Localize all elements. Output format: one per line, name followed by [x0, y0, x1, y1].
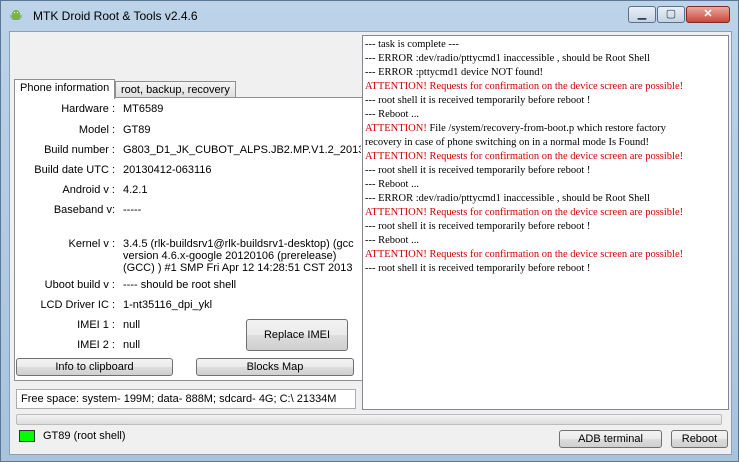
build-date-value: 20130412-063116	[123, 164, 212, 176]
android-version-value: 4.2.1	[123, 184, 148, 196]
hardware-value: MT6589	[123, 103, 164, 115]
lcd-driver-label: LCD Driver IC :	[40, 299, 115, 311]
blocks-map-button[interactable]: Blocks Map	[196, 358, 354, 376]
log-line: --- ERROR :pttycmd1 device NOT found!	[365, 67, 543, 78]
imei1-label: IMEI 1 :	[77, 319, 115, 331]
log-line: ATTENTION! File /system/recovery-from-bo…	[365, 123, 666, 134]
free-space-field: Free space: system- 199M; data- 888M; sd…	[16, 389, 356, 409]
log-line: --- root shell it is received temporaril…	[365, 263, 591, 274]
log-line: ATTENTION! Requests for confirmation on …	[365, 151, 684, 162]
log-line: --- ERROR :dev/radio/pttycmd1 inaccessib…	[365, 193, 650, 204]
client-area: Phone information root, backup, recovery…	[9, 31, 732, 455]
log-output[interactable]: --- task is complete --- --- ERROR :dev/…	[362, 35, 729, 410]
log-line: --- ERROR :dev/radio/pttycmd1 inaccessib…	[365, 53, 650, 64]
progress-bar	[16, 414, 722, 425]
log-line: --- task is complete ---	[365, 39, 459, 50]
tab-phone-information[interactable]: Phone information	[14, 79, 116, 99]
android-icon	[10, 10, 22, 20]
build-number-label: Build number :	[44, 144, 115, 156]
phone-info-panel: Hardware : MT6589 Model : GT89 Build num…	[14, 97, 364, 381]
baseband-label: Baseband v:	[53, 204, 115, 216]
reboot-button[interactable]: Reboot	[671, 430, 728, 448]
minimize-button[interactable]: ▁	[628, 6, 656, 23]
model-label: Model :	[78, 124, 115, 136]
log-line: --- root shell it is received temporaril…	[365, 95, 591, 106]
status-indicator	[19, 430, 35, 442]
kernel-value: 3.4.5 (rlk-buildsrv1@rlk-buildsrv1-deskt…	[123, 238, 354, 274]
uboot-label: Uboot build v :	[44, 279, 115, 291]
log-line: ATTENTION! Requests for confirmation on …	[365, 81, 684, 92]
maximize-button[interactable]: ▢	[657, 6, 685, 23]
lcd-driver-value: 1-nt35116_dpi_ykl	[123, 299, 213, 311]
log-line: ATTENTION! Requests for confirmation on …	[365, 249, 684, 260]
replace-imei-button[interactable]: Replace IMEI	[246, 319, 348, 351]
adb-terminal-button[interactable]: ADB terminal	[559, 430, 662, 448]
log-line: recovery in case of phone switching on i…	[365, 137, 650, 148]
log-line: --- Reboot ...	[365, 179, 419, 190]
app-window: MTK Droid Root & Tools v2.4.6 ▁ ▢ ✕ Phon…	[0, 0, 739, 462]
log-line: --- root shell it is received temporaril…	[365, 165, 591, 176]
window-title: MTK Droid Root & Tools v2.4.6	[33, 9, 198, 23]
log-line: ATTENTION! Requests for confirmation on …	[365, 207, 684, 218]
title-bar[interactable]: MTK Droid Root & Tools v2.4.6 ▁ ▢ ✕	[1, 1, 738, 29]
close-button[interactable]: ✕	[686, 6, 730, 23]
imei2-value: null	[123, 339, 141, 351]
model-value: GT89	[123, 124, 151, 136]
build-number-value: G803_D1_JK_CUBOT_ALPS.JB2.MP.V1.2_20130	[123, 144, 361, 156]
uboot-value: ---- should be root shell	[123, 279, 237, 291]
info-to-clipboard-button[interactable]: Info to clipboard	[16, 358, 173, 376]
log-line: --- Reboot ...	[365, 235, 419, 246]
log-line: --- Reboot ...	[365, 109, 419, 120]
hardware-label: Hardware :	[61, 103, 115, 115]
device-status: GT89 (root shell)	[43, 430, 126, 442]
kernel-label: Kernel v :	[68, 238, 115, 250]
imei2-label: IMEI 2 :	[77, 339, 115, 351]
android-version-label: Android v :	[62, 184, 115, 196]
imei1-value: null	[123, 319, 141, 331]
baseband-value: -----	[123, 204, 142, 216]
build-date-label: Build date UTC :	[34, 164, 115, 176]
log-line: --- root shell it is received temporaril…	[365, 221, 591, 232]
